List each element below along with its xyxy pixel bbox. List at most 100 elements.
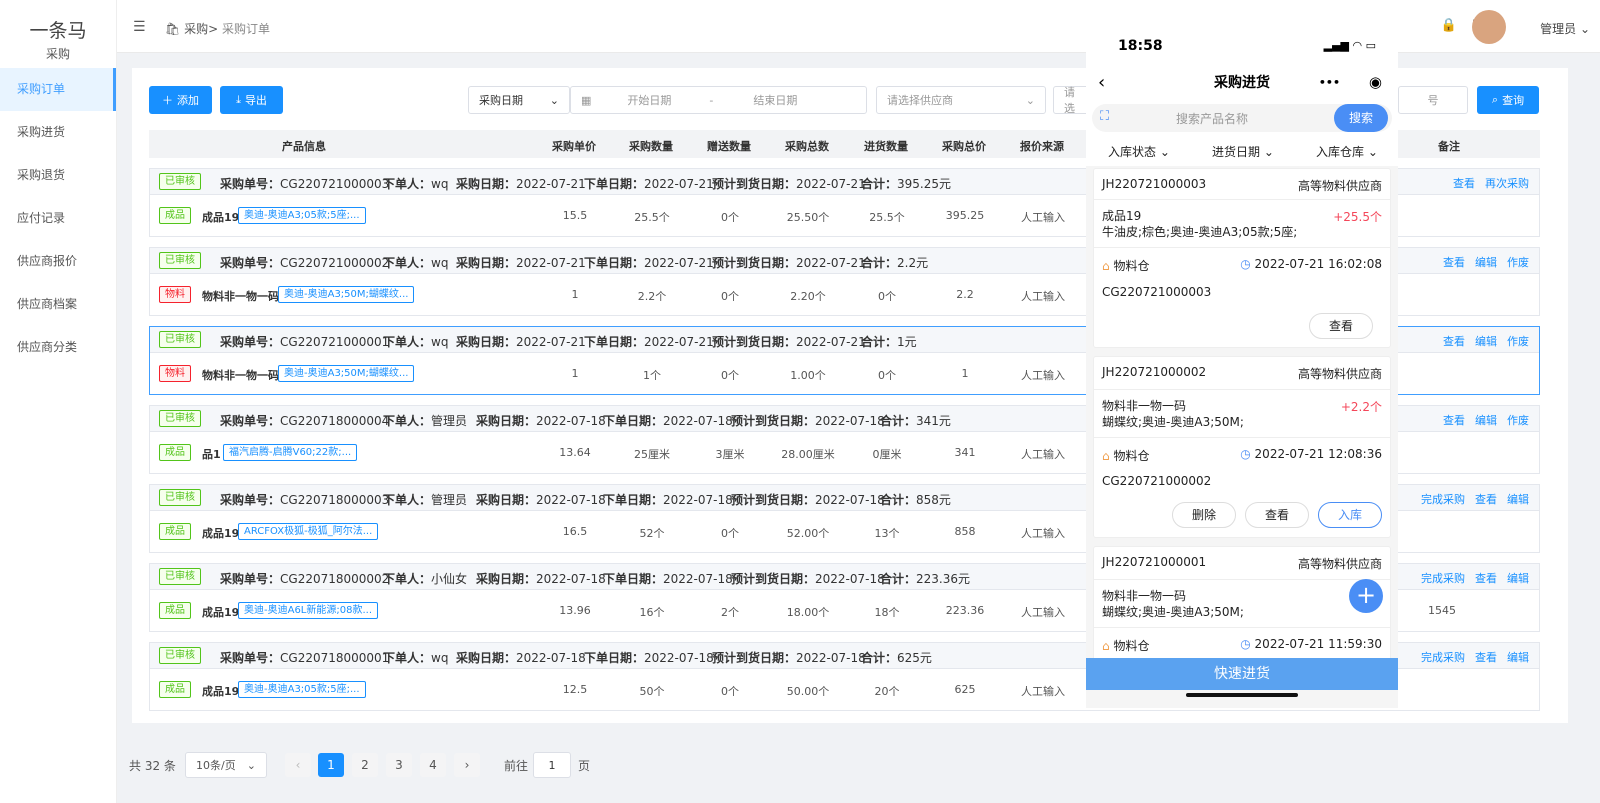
sidebar-item-purchase-returns[interactable]: 采购退货 [0, 154, 116, 197]
product-spec-tag[interactable]: ARCFOX极狐-极狐_阿尔法... [238, 523, 378, 540]
order-sum: 合计：858元 [880, 491, 951, 508]
filter-receipt-date[interactable]: 进货日期 ⌄ [1212, 143, 1274, 160]
query-button[interactable]: ⌕ 查询 [1477, 86, 1539, 114]
menu-fold-icon[interactable]: ☰ [133, 19, 146, 35]
order-action-link[interactable]: 再次采购 [1485, 175, 1529, 191]
sidebar-item-purchase-orders[interactable]: 采购订单 [0, 68, 116, 111]
quick-receipt-button[interactable]: 快速进货 [1086, 658, 1398, 690]
cell-total: 25.50个 [786, 211, 830, 224]
order-action-link[interactable]: 编辑 [1475, 333, 1497, 349]
goto-page-input[interactable]: 1 [533, 752, 571, 778]
page-1-button[interactable]: 1 [318, 753, 344, 777]
delete-button[interactable]: 删除 [1172, 502, 1236, 528]
sidebar-item-supplier-files[interactable]: 供应商档案 [0, 283, 116, 326]
order-action-link[interactable]: 查看 [1443, 412, 1465, 428]
order-no-input[interactable]: 号 [1398, 86, 1468, 114]
order-action-link[interactable]: 查看 [1475, 491, 1497, 507]
avatar[interactable] [1472, 10, 1506, 44]
lock-icon[interactable]: 🔒 [1441, 18, 1457, 33]
order-action-link[interactable]: 完成采购 [1421, 491, 1465, 507]
order-action-link[interactable]: 作废 [1507, 254, 1529, 270]
date-type-select[interactable]: 采购日期 ⌄ [468, 86, 570, 114]
page-4-button[interactable]: 4 [420, 753, 446, 777]
order-operator-value: wq [431, 335, 449, 349]
sidebar-item-supplier-categories[interactable]: 供应商分类 [0, 326, 116, 369]
view-button[interactable]: 查看 [1309, 313, 1373, 339]
cell-gift: 0个 [721, 290, 739, 303]
next-page-button[interactable]: › [454, 753, 480, 777]
order-action-link[interactable]: 编辑 [1475, 412, 1497, 428]
warehouse-name: 物料仓 [1113, 449, 1150, 463]
stock-in-button[interactable]: 入库 [1318, 502, 1382, 528]
cell-in: 0个 [878, 369, 896, 382]
prev-page-button[interactable]: ‹ [285, 753, 311, 777]
order-action-link[interactable]: 查看 [1453, 175, 1475, 191]
product-spec-tag[interactable]: 奥迪-奥迪A3;05款;5座;... [238, 681, 366, 698]
order-action-link[interactable]: 完成采购 [1421, 649, 1465, 665]
cell-total: 28.00厘米 [781, 448, 835, 461]
page-2-button[interactable]: 2 [352, 753, 378, 777]
receipt-quantity: +25.5个 [1333, 210, 1382, 224]
page-3-button[interactable]: 3 [386, 753, 412, 777]
cell-gift: 0个 [721, 211, 739, 224]
sidebar-item-supplier-quotes[interactable]: 供应商报价 [0, 240, 116, 283]
phone-status-bar: 18:58 ▂▄▆ ◠ ▭ [1086, 0, 1398, 66]
expected-date-value: 2022-07-21 [796, 177, 866, 191]
date-range-picker[interactable]: ▦ 开始日期 - 结束日期 [570, 86, 867, 114]
order-no-value: CG220718000003 [280, 493, 390, 507]
product-spec-tag[interactable]: 奥迪-奥迪A6L新能源;08款... [238, 602, 378, 619]
filter-warehouse[interactable]: 入库仓库 ⌄ [1316, 143, 1378, 160]
goto-suffix: 页 [578, 759, 591, 773]
order-action-link[interactable]: 编辑 [1507, 570, 1529, 586]
supplier-select[interactable]: 请选择供应商 ⌄ [876, 86, 1046, 114]
receipt-card[interactable]: JH220721000003 高等物料供应商 成品19 牛油皮;棕色;奥迪-奥迪A… [1093, 168, 1391, 348]
order-action-link[interactable]: 查看 [1475, 649, 1497, 665]
expected-date-value: 2022-07-18 [815, 414, 885, 428]
receipt-card[interactable]: JH220721000002 高等物料供应商 物料非一物一码 蝴蝶纹;奥迪-奥迪A… [1093, 356, 1391, 538]
order-action-link[interactable]: 查看 [1443, 333, 1465, 349]
order-action-link[interactable]: 查看 [1443, 254, 1465, 270]
order-sum-value: 223.36元 [916, 572, 971, 586]
user-menu[interactable]: 管理员 ⌄ [1540, 20, 1590, 37]
export-button[interactable]: ⤓ 导出 [220, 86, 283, 114]
filter-stock-status[interactable]: 入库状态 ⌄ [1108, 143, 1170, 160]
order-date-value: 2022-07-18 [663, 414, 733, 428]
order-no-label: 采购单号： [220, 414, 281, 428]
order-action-link[interactable]: 查看 [1475, 570, 1497, 586]
order-no-placeholder: 号 [1427, 94, 1439, 107]
cell-amount: 858 [954, 525, 976, 538]
chevron-down-icon: ⌄ [1159, 145, 1170, 159]
page-size-select[interactable]: 10条/页 ⌄ [185, 752, 267, 778]
product-name: 成品19 [202, 527, 240, 540]
order-action-link[interactable]: 作废 [1507, 412, 1529, 428]
add-fab-button[interactable]: + [1349, 579, 1383, 613]
receipt-card[interactable]: JH220721000001 高等物料供应商 物料非一物一码 蝴蝶纹;奥迪-奥迪A… [1093, 546, 1391, 666]
order-actions: 完成采购 查看 编辑 [1421, 649, 1529, 665]
order-action-link[interactable]: 编辑 [1507, 491, 1529, 507]
cell-qty: 1个 [643, 369, 661, 382]
start-date-input[interactable]: 开始日期 [627, 92, 671, 108]
chevron-down-icon: ⌄ [1579, 22, 1590, 36]
product-name: 物料非一物一码 [1102, 589, 1187, 603]
view-button[interactable]: 查看 [1245, 502, 1309, 528]
product-spec-tag[interactable]: 奥迪-奥迪A3;50M;蝴蝶纹... [278, 286, 415, 303]
cell-gift: 2个 [721, 606, 739, 619]
expected-date-label: 预计到货日期： [731, 572, 816, 586]
sidebar-item-payables[interactable]: 应付记录 [0, 197, 116, 240]
phone-search-button[interactable]: 搜索 [1334, 104, 1388, 132]
order-action-link[interactable]: 编辑 [1507, 649, 1529, 665]
breadcrumb-parent[interactable]: 采购> [184, 22, 218, 36]
product-spec-tag[interactable]: 福汽启腾-启腾V60;22款;... [223, 444, 358, 461]
order-action-link[interactable]: 编辑 [1475, 254, 1497, 270]
order-action-link[interactable]: 完成采购 [1421, 570, 1465, 586]
product-spec-tag[interactable]: 奥迪-奥迪A3;05款;5座;... [238, 207, 366, 224]
add-button[interactable]: ＋ 添加 [149, 86, 212, 114]
cell-source: 人工输入 [1021, 448, 1065, 461]
expected-date: 预计到货日期：2022-07-21 [712, 175, 866, 192]
end-date-input[interactable]: 结束日期 [753, 92, 797, 108]
order-action-link[interactable]: 作废 [1507, 333, 1529, 349]
sidebar-item-purchase-receipts[interactable]: 采购进货 [0, 111, 116, 154]
username: 管理员 [1540, 22, 1577, 36]
product-spec-tag[interactable]: 奥迪-奥迪A3;50M;蝴蝶纹... [278, 365, 415, 382]
phone-search-input[interactable]: 搜索产品名称 [1092, 110, 1332, 127]
